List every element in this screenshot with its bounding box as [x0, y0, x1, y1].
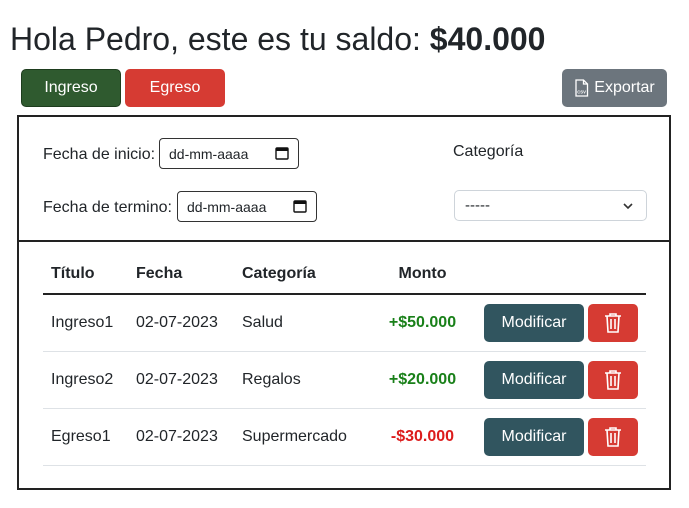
delete-button[interactable] — [588, 303, 638, 342]
export-label: Exportar — [594, 79, 655, 96]
column-header-monto: Monto — [369, 254, 476, 295]
category-select-value: ----- — [465, 197, 490, 214]
row-titulo: Egreso1 — [43, 408, 128, 466]
trash-icon — [605, 369, 621, 390]
svg-text:CSV: CSV — [578, 90, 587, 95]
row-actions: Modificar — [476, 351, 646, 409]
row-titulo: Ingreso2 — [43, 351, 128, 409]
table-row: Ingreso1 02-07-2023 Salud +$50.000 Modif… — [43, 294, 646, 352]
row-monto: -$30.000 — [369, 408, 476, 466]
category-label: Categoría — [453, 143, 524, 160]
export-button[interactable]: CSV Exportar — [562, 69, 667, 107]
egreso-button[interactable]: Egreso — [125, 69, 225, 107]
ingreso-button[interactable]: Ingreso — [21, 69, 121, 107]
start-date-placeholder: dd-mm-aaaa — [169, 145, 249, 162]
column-header-fecha: Fecha — [128, 254, 234, 295]
row-titulo: Ingreso1 — [43, 294, 128, 352]
column-header-actions — [476, 254, 646, 295]
calendar-icon[interactable] — [293, 199, 307, 213]
row-actions: Modificar — [476, 408, 646, 466]
table-row: Ingreso2 02-07-2023 Regalos +$20.000 Mod… — [43, 351, 646, 409]
calendar-icon[interactable] — [275, 146, 289, 160]
start-date-label: Fecha de inicio: — [43, 146, 156, 163]
end-date-label: Fecha de termino: — [43, 199, 172, 216]
row-actions: Modificar — [476, 294, 646, 352]
end-date-input[interactable]: dd-mm-aaaa — [177, 191, 317, 222]
trash-icon — [605, 312, 621, 333]
row-fecha: 02-07-2023 — [128, 408, 234, 466]
trash-icon — [605, 426, 621, 447]
filters-section: Fecha de inicio: dd-mm-aaaa Fecha de ter… — [19, 117, 669, 242]
category-select[interactable]: ----- — [454, 190, 647, 221]
balance-heading: Hola Pedro, este es tu saldo: $40.000 — [10, 20, 545, 58]
modify-button[interactable]: Modificar — [484, 303, 584, 342]
column-header-categoria: Categoría — [234, 254, 369, 295]
balance-amount: $40.000 — [429, 21, 546, 57]
modify-button[interactable]: Modificar — [484, 417, 584, 456]
row-fecha: 02-07-2023 — [128, 294, 234, 352]
start-date-input[interactable]: dd-mm-aaaa — [159, 138, 299, 169]
table-header-row: Título Fecha Categoría Monto — [43, 254, 646, 295]
csv-file-icon: CSV — [575, 79, 589, 97]
delete-button[interactable] — [588, 360, 638, 399]
row-categoria: Salud — [234, 294, 369, 352]
row-monto: +$50.000 — [369, 294, 476, 352]
chevron-down-icon — [623, 203, 633, 210]
row-fecha: 02-07-2023 — [128, 351, 234, 409]
row-monto: +$20.000 — [369, 351, 476, 409]
modify-button[interactable]: Modificar — [484, 360, 584, 399]
greeting-text: Hola Pedro, este es tu saldo: — [10, 21, 421, 57]
end-date-placeholder: dd-mm-aaaa — [187, 198, 267, 215]
row-categoria: Regalos — [234, 351, 369, 409]
transactions-panel: Fecha de inicio: dd-mm-aaaa Fecha de ter… — [17, 115, 671, 490]
delete-button[interactable] — [588, 417, 638, 456]
transactions-table: Título Fecha Categoría Monto Ingreso1 02… — [43, 254, 646, 466]
table-row: Egreso1 02-07-2023 Supermercado -$30.000… — [43, 408, 646, 466]
column-header-titulo: Título — [43, 254, 128, 295]
row-categoria: Supermercado — [234, 408, 369, 466]
